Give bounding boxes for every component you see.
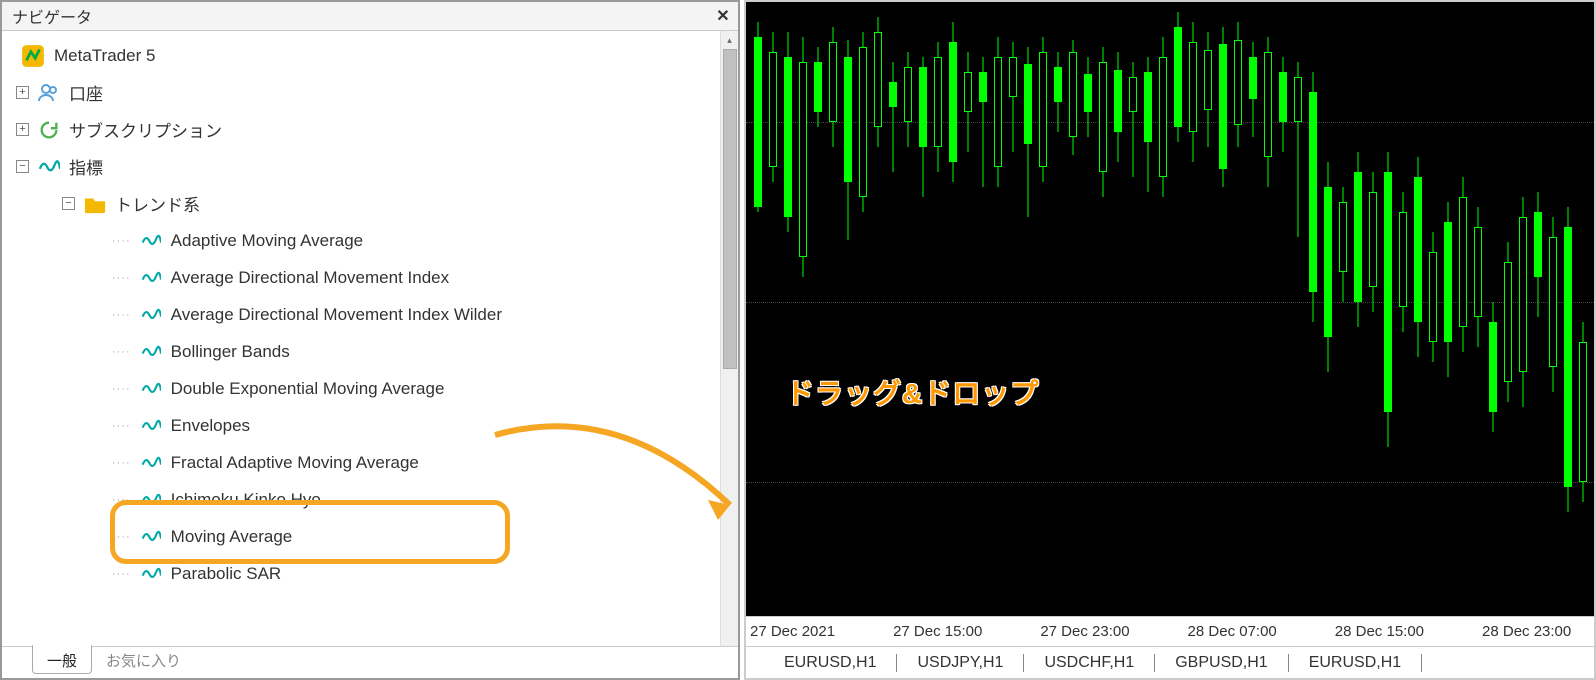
scrollbar[interactable]: ▴ xyxy=(720,31,738,646)
refresh-icon xyxy=(37,118,61,142)
indicator-icon xyxy=(139,303,163,327)
trend-folder-label: トレンド系 xyxy=(115,191,200,216)
indicator-icon xyxy=(139,562,163,586)
collapse-icon[interactable]: − xyxy=(62,197,75,210)
indicator-icon xyxy=(139,266,163,290)
tree-connector: ···· xyxy=(112,494,131,506)
time-label: 27 Dec 23:00 xyxy=(1040,623,1129,640)
indicator-item[interactable]: ···· Average Directional Movement Index xyxy=(12,259,716,296)
expand-icon[interactable]: + xyxy=(16,86,29,99)
chart-area: ドラッグ&ドロップ 27 Dec 202127 Dec 15:0027 Dec … xyxy=(744,0,1596,680)
tree-connector: ···· xyxy=(112,420,131,432)
indicator-item[interactable]: ···· Bollinger Bands xyxy=(12,333,716,370)
symbol-tab[interactable]: USDCHF,H1 xyxy=(1024,654,1155,672)
indicator-icon xyxy=(37,155,61,179)
tree-connector: ···· xyxy=(112,383,131,395)
indicator-label: Parabolic SAR xyxy=(171,564,282,584)
indicator-item[interactable]: ···· Adaptive Moving Average xyxy=(12,222,716,259)
tree-connector: ···· xyxy=(112,309,131,321)
indicator-item[interactable]: ···· Fractal Adaptive Moving Average xyxy=(12,444,716,481)
indicator-item[interactable]: ···· Moving Average xyxy=(12,518,716,555)
tree-connector: ···· xyxy=(112,346,131,358)
indicator-label: Ichimoku Kinko Hyo xyxy=(171,490,321,510)
collapse-icon[interactable]: − xyxy=(16,160,29,173)
accounts-label: 口座 xyxy=(69,80,103,105)
navigator-titlebar: ナビゲータ ✕ xyxy=(2,2,738,31)
close-icon[interactable]: ✕ xyxy=(714,7,732,25)
navigator-tree: MetaTrader 5 + 口座 + サブスクリプション − xyxy=(2,31,720,646)
indicator-label: Envelopes xyxy=(171,416,250,436)
tab-general[interactable]: 一般 xyxy=(32,645,92,674)
tree-connector: ···· xyxy=(112,531,131,543)
indicator-label: Adaptive Moving Average xyxy=(171,231,363,251)
tree-subscriptions[interactable]: + サブスクリプション xyxy=(12,111,716,148)
symbol-tab[interactable]: EURUSD,H1 xyxy=(1289,654,1422,672)
chart-canvas[interactable]: ドラッグ&ドロップ xyxy=(746,2,1594,616)
time-label: 27 Dec 15:00 xyxy=(893,623,982,640)
indicator-label: Fractal Adaptive Moving Average xyxy=(171,453,419,473)
symbol-tab[interactable]: GBPUSD,H1 xyxy=(1155,654,1288,672)
indicator-label: Double Exponential Moving Average xyxy=(171,379,445,399)
tree-trend-folder[interactable]: − トレンド系 xyxy=(12,185,716,222)
users-icon xyxy=(37,81,61,105)
folder-icon xyxy=(83,192,107,216)
time-label: 27 Dec 2021 xyxy=(750,623,835,640)
tree-connector: ···· xyxy=(112,272,131,284)
subscriptions-label: サブスクリプション xyxy=(69,117,222,142)
tree-connector: ···· xyxy=(112,457,131,469)
time-axis: 27 Dec 2021 27 Dec 15:00 27 Dec 23:00 28 De… xyxy=(746,616,1594,646)
scroll-up-icon[interactable]: ▴ xyxy=(721,31,738,49)
indicator-label: Moving Average xyxy=(171,527,293,547)
indicator-item[interactable]: ···· Average Directional Movement Index W… xyxy=(12,296,716,333)
expand-icon[interactable]: + xyxy=(16,123,29,136)
indicator-icon xyxy=(139,377,163,401)
navigator-title: ナビゲータ xyxy=(12,4,92,28)
indicator-item[interactable]: ···· Envelopes xyxy=(12,407,716,444)
indicator-icon xyxy=(139,229,163,253)
indicators-label: 指標 xyxy=(69,154,103,179)
time-label: 28 Dec 15:00 xyxy=(1335,623,1424,640)
symbol-tab[interactable]: EURUSD,H1 xyxy=(764,654,897,672)
indicator-icon xyxy=(139,525,163,549)
tree-connector: ···· xyxy=(112,568,131,580)
indicator-item[interactable]: ···· Parabolic SAR xyxy=(12,555,716,592)
tree-accounts[interactable]: + 口座 xyxy=(12,74,716,111)
dragdrop-annotation: ドラッグ&ドロップ xyxy=(786,372,1039,412)
indicator-icon xyxy=(139,340,163,364)
time-label: 28 Dec 07:00 xyxy=(1188,623,1277,640)
tree-root-label: MetaTrader 5 xyxy=(54,46,155,66)
indicator-item[interactable]: ···· Ichimoku Kinko Hyo xyxy=(12,481,716,518)
mt5-icon xyxy=(20,43,46,69)
scroll-thumb[interactable] xyxy=(723,49,737,369)
tree-indicators[interactable]: − 指標 xyxy=(12,148,716,185)
indicator-icon xyxy=(139,414,163,438)
time-label: 28 Dec 23:00 xyxy=(1482,623,1571,640)
tree-root[interactable]: MetaTrader 5 xyxy=(12,37,716,74)
tab-favorites[interactable]: お気に入り xyxy=(92,646,195,674)
indicator-icon xyxy=(139,451,163,475)
indicator-item[interactable]: ···· Double Exponential Moving Average xyxy=(12,370,716,407)
navigator-panel: ナビゲータ ✕ MetaTrader 5 + 口座 + xyxy=(0,0,740,680)
tree-connector: ···· xyxy=(112,235,131,247)
indicator-label: Average Directional Movement Index Wilde… xyxy=(171,305,502,325)
indicator-label: Bollinger Bands xyxy=(171,342,290,362)
navigator-tabs: 一般 お気に入り xyxy=(2,646,738,678)
symbol-tab[interactable]: USDJPY,H1 xyxy=(897,654,1024,672)
indicator-icon xyxy=(139,488,163,512)
symbol-tabs: EURUSD,H1USDJPY,H1USDCHF,H1GBPUSD,H1EURU… xyxy=(746,646,1594,678)
indicator-label: Average Directional Movement Index xyxy=(171,268,449,288)
